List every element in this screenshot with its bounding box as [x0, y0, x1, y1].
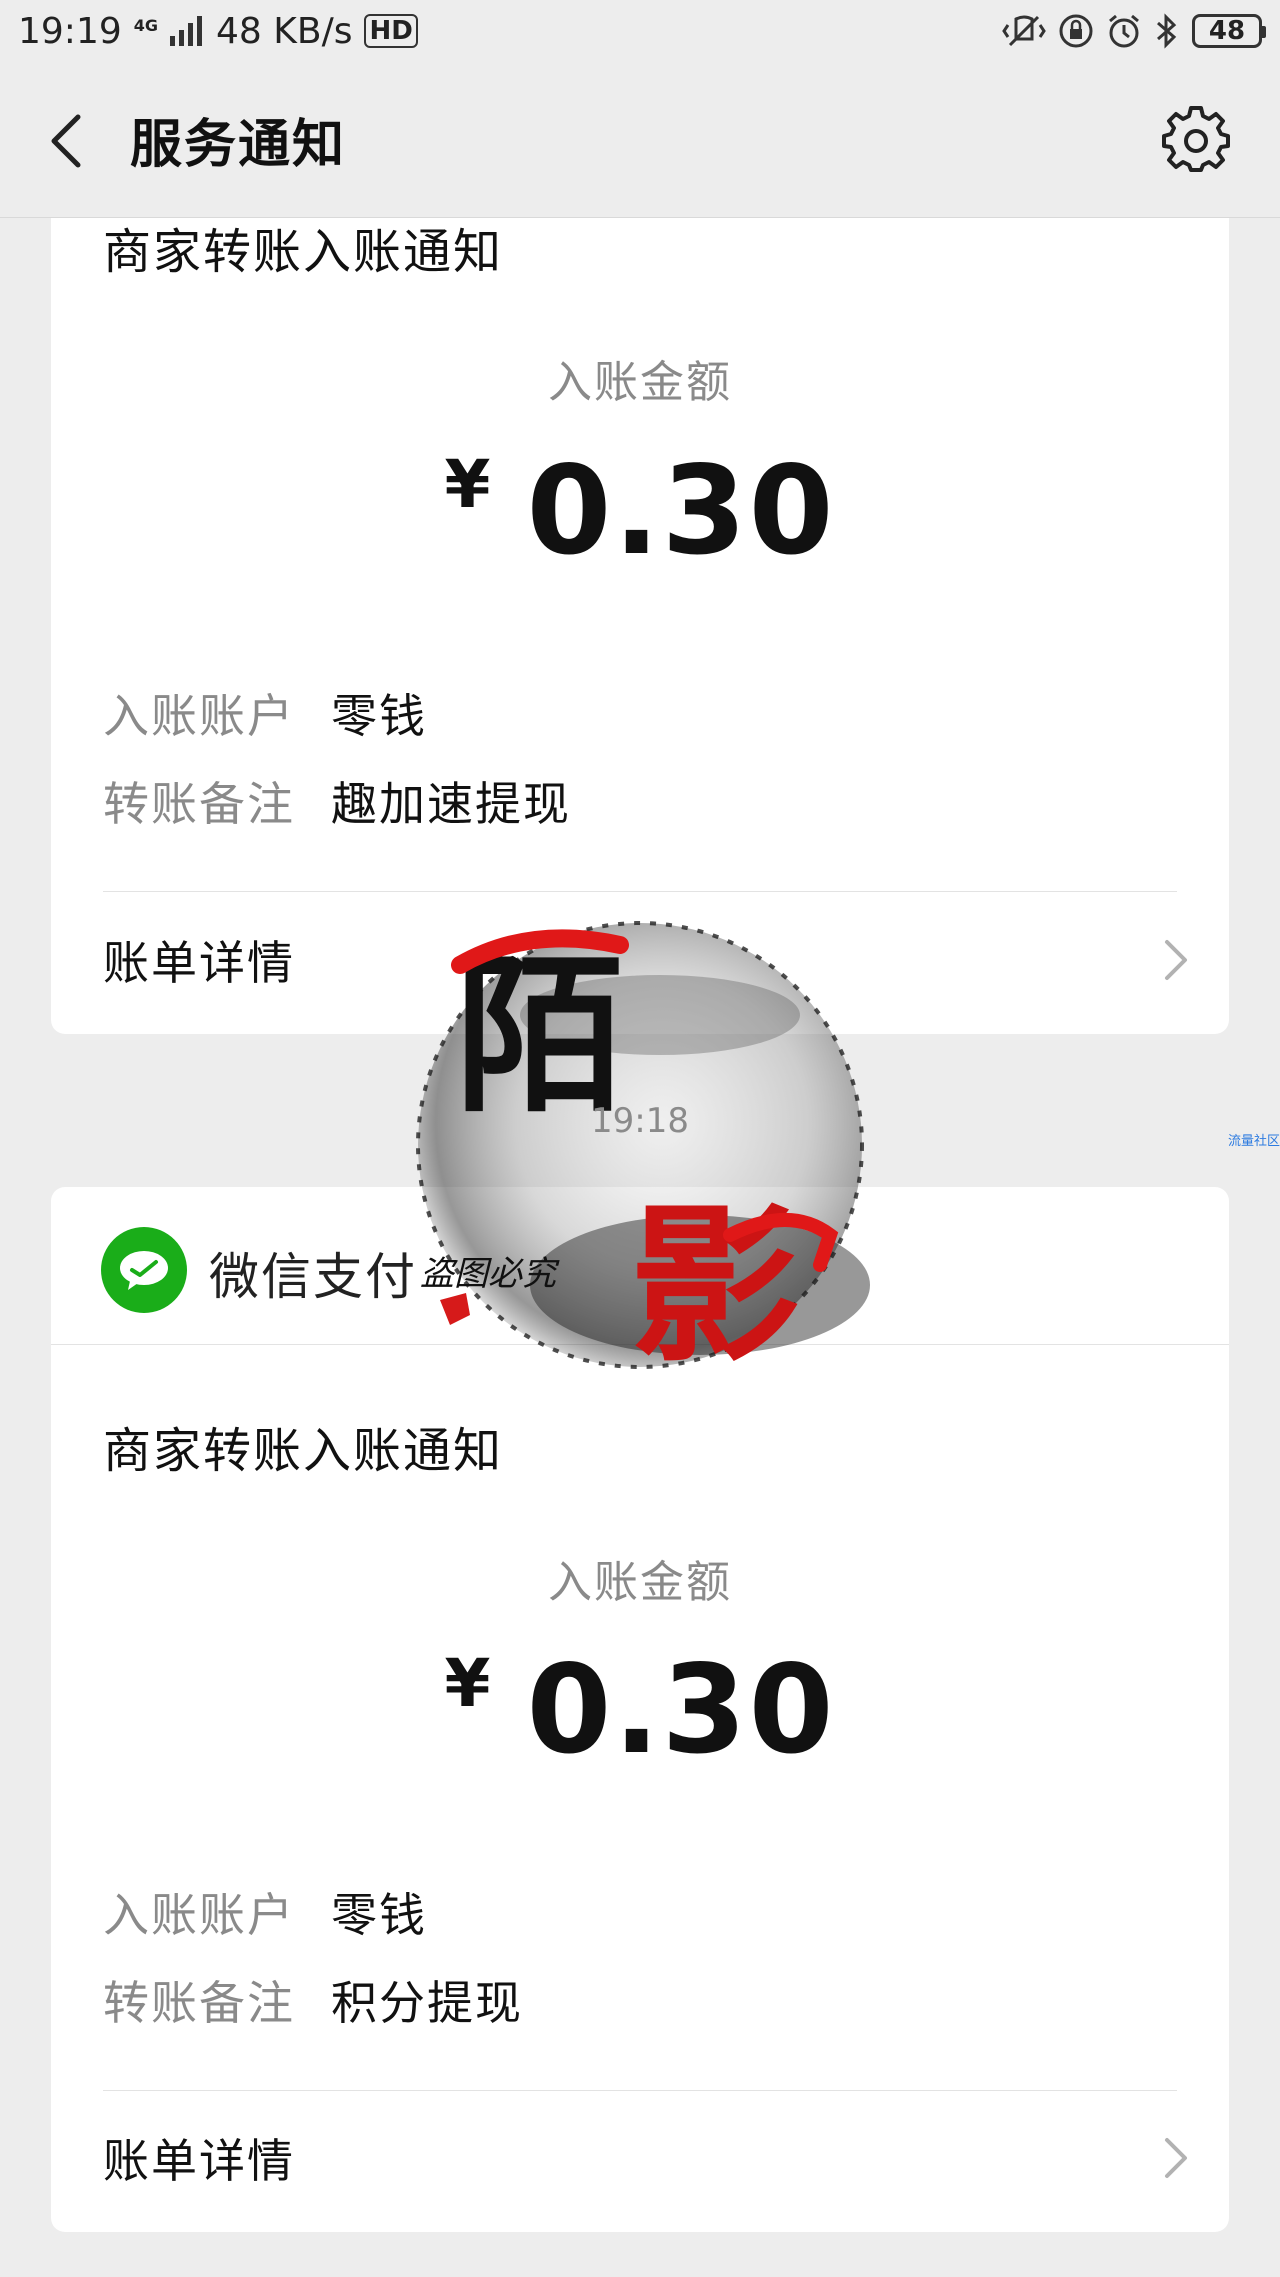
- vibrate-icon: [1002, 15, 1046, 47]
- account-row: 入账账户 零钱: [103, 680, 427, 746]
- wechat-pay-logo-icon: [101, 1227, 187, 1313]
- account-value: 零钱: [331, 689, 427, 743]
- notification-card: 微信支付 商家转账入账通知 入账金额 ¥0.30 入账账户 零钱 转账备注 积分…: [51, 1187, 1229, 2232]
- back-button[interactable]: [38, 106, 94, 176]
- notification-card: 商家转账入账通知 入账金额 ¥0.30 入账账户 零钱 转账备注 趣加速提现 账…: [51, 150, 1229, 1034]
- chevron-right-icon: [1163, 2136, 1189, 2180]
- battery-icon: 48: [1192, 14, 1266, 48]
- chevron-right-icon: [1163, 938, 1189, 982]
- account-value: 零钱: [331, 1888, 427, 1942]
- divider: [103, 2090, 1177, 2091]
- settings-button[interactable]: [1160, 104, 1232, 176]
- notification-title: 商家转账入账通知: [103, 1423, 504, 1479]
- chevron-left-icon: [51, 114, 81, 168]
- gear-icon: [1162, 106, 1230, 172]
- nav-bar: 服务通知: [0, 62, 1280, 218]
- account-label: 入账账户: [103, 689, 295, 743]
- bill-detail-link[interactable]: 账单详情: [103, 920, 1189, 1000]
- remark-row: 转账备注 积分提现: [103, 1967, 523, 2033]
- lock-rotation-icon: [1059, 14, 1093, 48]
- amount: ¥0.30: [51, 1639, 1229, 1781]
- message-timestamp: 19:18: [591, 1101, 689, 1141]
- battery-level: 48: [1208, 16, 1246, 46]
- amount-label: 入账金额: [548, 1557, 732, 1608]
- amount-value: 0.30: [526, 1639, 836, 1781]
- status-bar: 19:19 4G 48 KB/s HD 48: [0, 0, 1280, 62]
- signal-icon: [170, 16, 203, 46]
- hd-icon: HD: [364, 14, 418, 48]
- bluetooth-icon: [1157, 13, 1177, 49]
- bill-detail-label: 账单详情: [103, 2134, 295, 2188]
- bill-detail-label: 账单详情: [103, 936, 295, 990]
- status-time: 19:19: [18, 10, 122, 52]
- sender-header[interactable]: 微信支付: [51, 1187, 1229, 1345]
- notification-title: 商家转账入账通知: [103, 224, 504, 280]
- account-row: 入账账户 零钱: [103, 1879, 427, 1945]
- currency-symbol: ¥: [444, 446, 491, 523]
- divider: [103, 891, 1177, 892]
- remark-label: 转账备注: [103, 1976, 295, 2030]
- sender-name: 微信支付: [209, 1248, 417, 1306]
- page-title: 服务通知: [130, 115, 347, 175]
- remark-row: 转账备注 趣加速提现: [103, 768, 571, 834]
- remark-label: 转账备注: [103, 777, 295, 831]
- network-type: 4G: [133, 15, 159, 35]
- remark-value: 趣加速提现: [331, 777, 571, 831]
- account-label: 入账账户: [103, 1888, 295, 1942]
- bill-detail-link[interactable]: 账单详情: [103, 2118, 1189, 2198]
- network-speed: 48 KB/s: [216, 10, 353, 52]
- remark-value: 积分提现: [331, 1976, 523, 2030]
- amount: ¥0.30: [51, 440, 1229, 582]
- amount-label: 入账金额: [548, 357, 732, 408]
- currency-symbol: ¥: [444, 1645, 491, 1722]
- alarm-icon: [1109, 14, 1139, 48]
- amount-value: 0.30: [526, 440, 836, 582]
